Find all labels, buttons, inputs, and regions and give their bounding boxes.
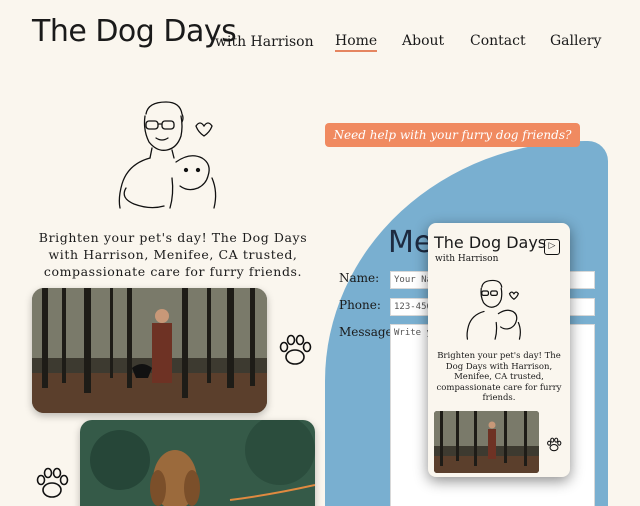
owner-and-dog-illustration	[466, 279, 521, 340]
help-banner[interactable]: Need help with your furry dog friends?	[325, 123, 580, 147]
site-logo-title[interactable]: The Dog Days	[32, 14, 237, 49]
mobile-preview-card: The Dog Days with Harrison ▷ Brighten yo…	[428, 223, 570, 477]
paw-print-icon	[547, 437, 562, 452]
menu-toggle-icon[interactable]: ▷	[544, 239, 560, 255]
paw-print-icon	[279, 334, 312, 365]
name-label: Name:	[339, 271, 380, 285]
nav-home[interactable]: Home	[335, 33, 378, 52]
paw-print-icon	[36, 467, 69, 498]
nav-gallery[interactable]: Gallery	[550, 33, 601, 49]
contact-form-title: Me	[388, 225, 433, 260]
mobile-forest-photo	[434, 411, 539, 473]
owner-and-dog-illustration	[118, 101, 217, 209]
site-logo-subtitle: with Harrison	[215, 34, 314, 50]
phone-label: Phone:	[339, 298, 381, 312]
mobile-site-title[interactable]: The Dog Days	[434, 233, 546, 252]
mobile-hero-tagline: Brighten your pet's day! The Dog Days wi…	[436, 351, 562, 403]
nav-contact[interactable]: Contact	[470, 33, 526, 49]
spaniel-dog-photo	[80, 420, 315, 506]
mobile-site-subtitle: with Harrison	[435, 254, 499, 264]
nav-about[interactable]: About	[402, 33, 444, 49]
message-label: Message:	[339, 325, 397, 339]
forest-walk-photo	[32, 288, 267, 413]
hero-tagline: Brighten your pet's day! The Dog Days wi…	[38, 230, 308, 279]
